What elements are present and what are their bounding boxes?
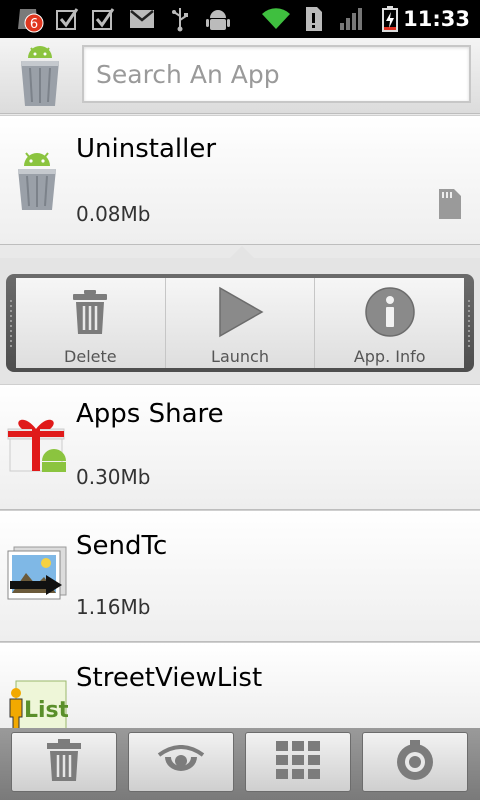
batch-delete-button[interactable] — [11, 732, 117, 792]
delete-label: Delete — [64, 347, 117, 366]
app-size: 1.16Mb — [76, 595, 151, 619]
app-name: Apps Share — [76, 399, 224, 429]
usb-icon — [168, 6, 192, 32]
launch-label: Launch — [211, 347, 269, 366]
status-bar: 6 11:33 — [0, 0, 480, 38]
grip-left — [9, 300, 13, 348]
bottom-toolbar — [0, 728, 480, 800]
grip-right — [467, 300, 471, 348]
settings-icon — [393, 738, 437, 786]
trash-icon — [64, 286, 116, 338]
app-size: 0.08Mb — [76, 202, 151, 226]
checkbox-icon — [90, 6, 116, 32]
app-info-button[interactable]: App. Info — [314, 278, 464, 368]
alert-icon — [302, 6, 324, 32]
settings-button[interactable] — [362, 732, 468, 792]
view-button[interactable] — [128, 732, 234, 792]
svg-text:List: List — [24, 698, 68, 723]
trash-icon — [44, 738, 84, 786]
eye-icon — [157, 745, 205, 779]
wifi-icon — [260, 6, 292, 32]
info-icon — [364, 286, 416, 338]
app-size: 0.30Mb — [76, 465, 151, 489]
signal-icon — [338, 6, 366, 32]
list-item-sendtc[interactable]: SendTc 1.16Mb — [0, 510, 480, 642]
action-buttons: Delete Launch App. Info — [16, 278, 464, 368]
notification-count: 6 — [30, 17, 38, 32]
play-icon — [214, 286, 266, 338]
app-header — [0, 38, 480, 114]
gmail-icon — [128, 6, 156, 32]
picture-send-icon — [6, 543, 68, 605]
list-item-streetviewlist[interactable]: List StreetViewList — [0, 642, 480, 736]
android-trash-can-icon — [6, 150, 68, 212]
gift-box-icon — [6, 411, 68, 473]
android-debug-icon — [204, 6, 232, 32]
launch-button[interactable]: Launch — [164, 278, 315, 368]
notification-badge-icon: 6 — [14, 6, 46, 33]
clock: 11:33 — [403, 7, 470, 31]
list-item-apps-share[interactable]: Apps Share 0.30Mb — [0, 384, 480, 510]
app-name: StreetViewList — [76, 663, 263, 693]
checkbox-icon — [54, 6, 80, 32]
sd-card-icon — [438, 188, 462, 220]
action-panel-pointer — [228, 246, 256, 260]
search-box[interactable] — [82, 45, 471, 103]
battery-charging-icon — [380, 6, 400, 32]
uninstaller-trash-can-icon — [18, 46, 62, 108]
list-item-uninstaller[interactable]: Uninstaller 0.08Mb — [0, 115, 480, 245]
app-name: SendTc — [76, 531, 168, 561]
app-name: Uninstaller — [76, 134, 217, 164]
grid-view-button[interactable] — [245, 732, 351, 792]
delete-button[interactable]: Delete — [16, 278, 165, 368]
grid-icon — [276, 741, 320, 783]
app-info-label: App. Info — [353, 347, 426, 366]
list-person-icon: List — [6, 673, 70, 736]
search-input[interactable] — [84, 47, 469, 101]
